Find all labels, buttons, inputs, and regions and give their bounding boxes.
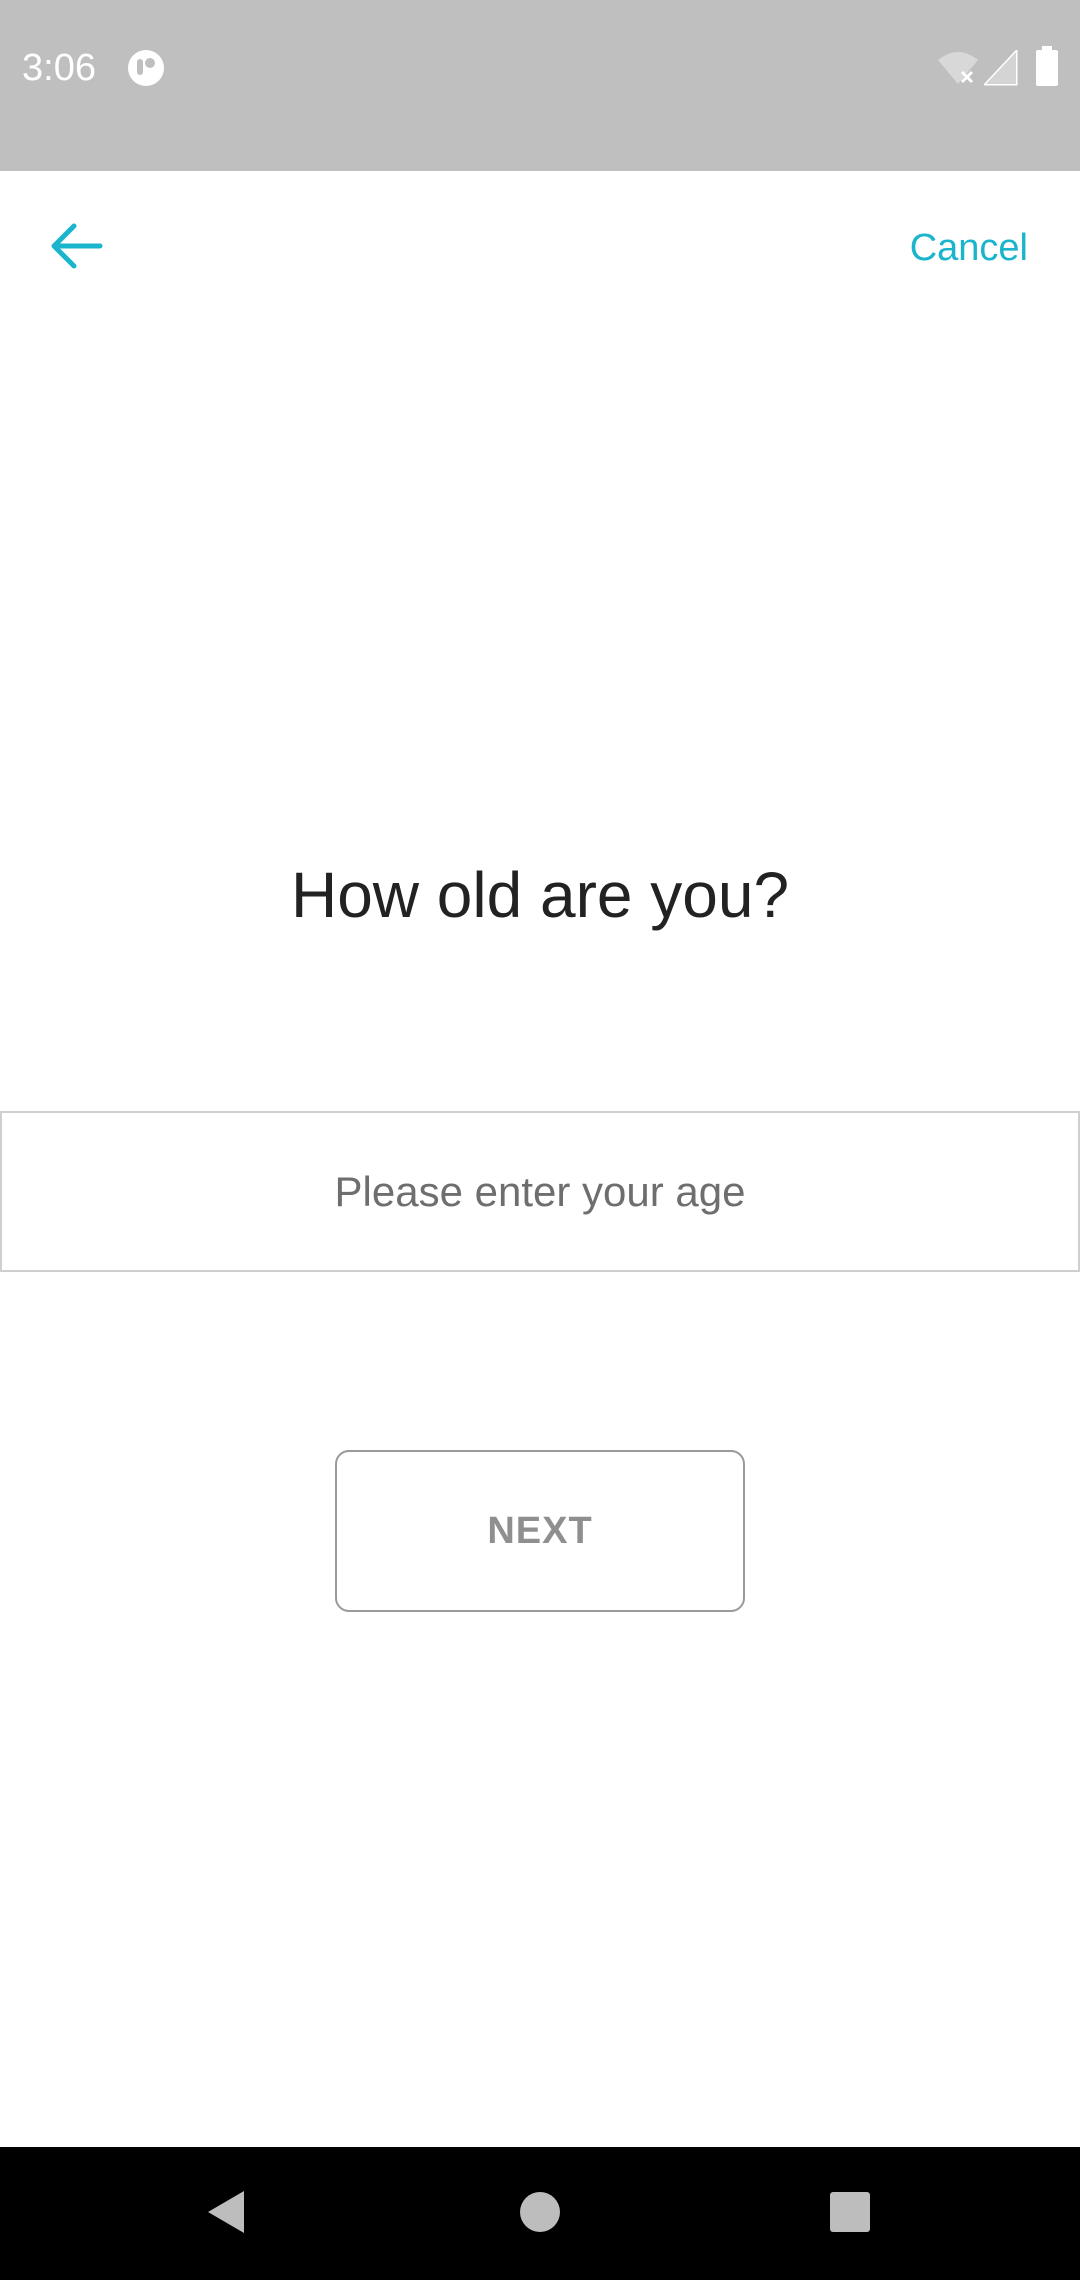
status-time: 3:06: [22, 47, 96, 89]
cell-signal-icon: [984, 50, 1018, 86]
battery-icon: [1036, 46, 1058, 86]
age-input[interactable]: [0, 1111, 1080, 1272]
question-title: How old are you?: [290, 859, 790, 931]
status-bar: 3:06: [0, 0, 1080, 171]
circle-home-icon[interactable]: [519, 2191, 561, 2233]
triangle-back-icon[interactable]: [204, 2187, 248, 2237]
next-button[interactable]: NEXT: [335, 1450, 745, 1612]
cancel-button[interactable]: Cancel: [910, 222, 1028, 274]
navigation-bar: [0, 2147, 1080, 2280]
circle-app-icon: [128, 50, 164, 86]
back-arrow-icon[interactable]: [40, 210, 112, 282]
age-question-screen: 3:06 Cancel How old are you? NEXT: [0, 0, 1080, 2280]
square-recents-icon[interactable]: [829, 2191, 871, 2233]
wifi-off-icon: [938, 52, 978, 84]
